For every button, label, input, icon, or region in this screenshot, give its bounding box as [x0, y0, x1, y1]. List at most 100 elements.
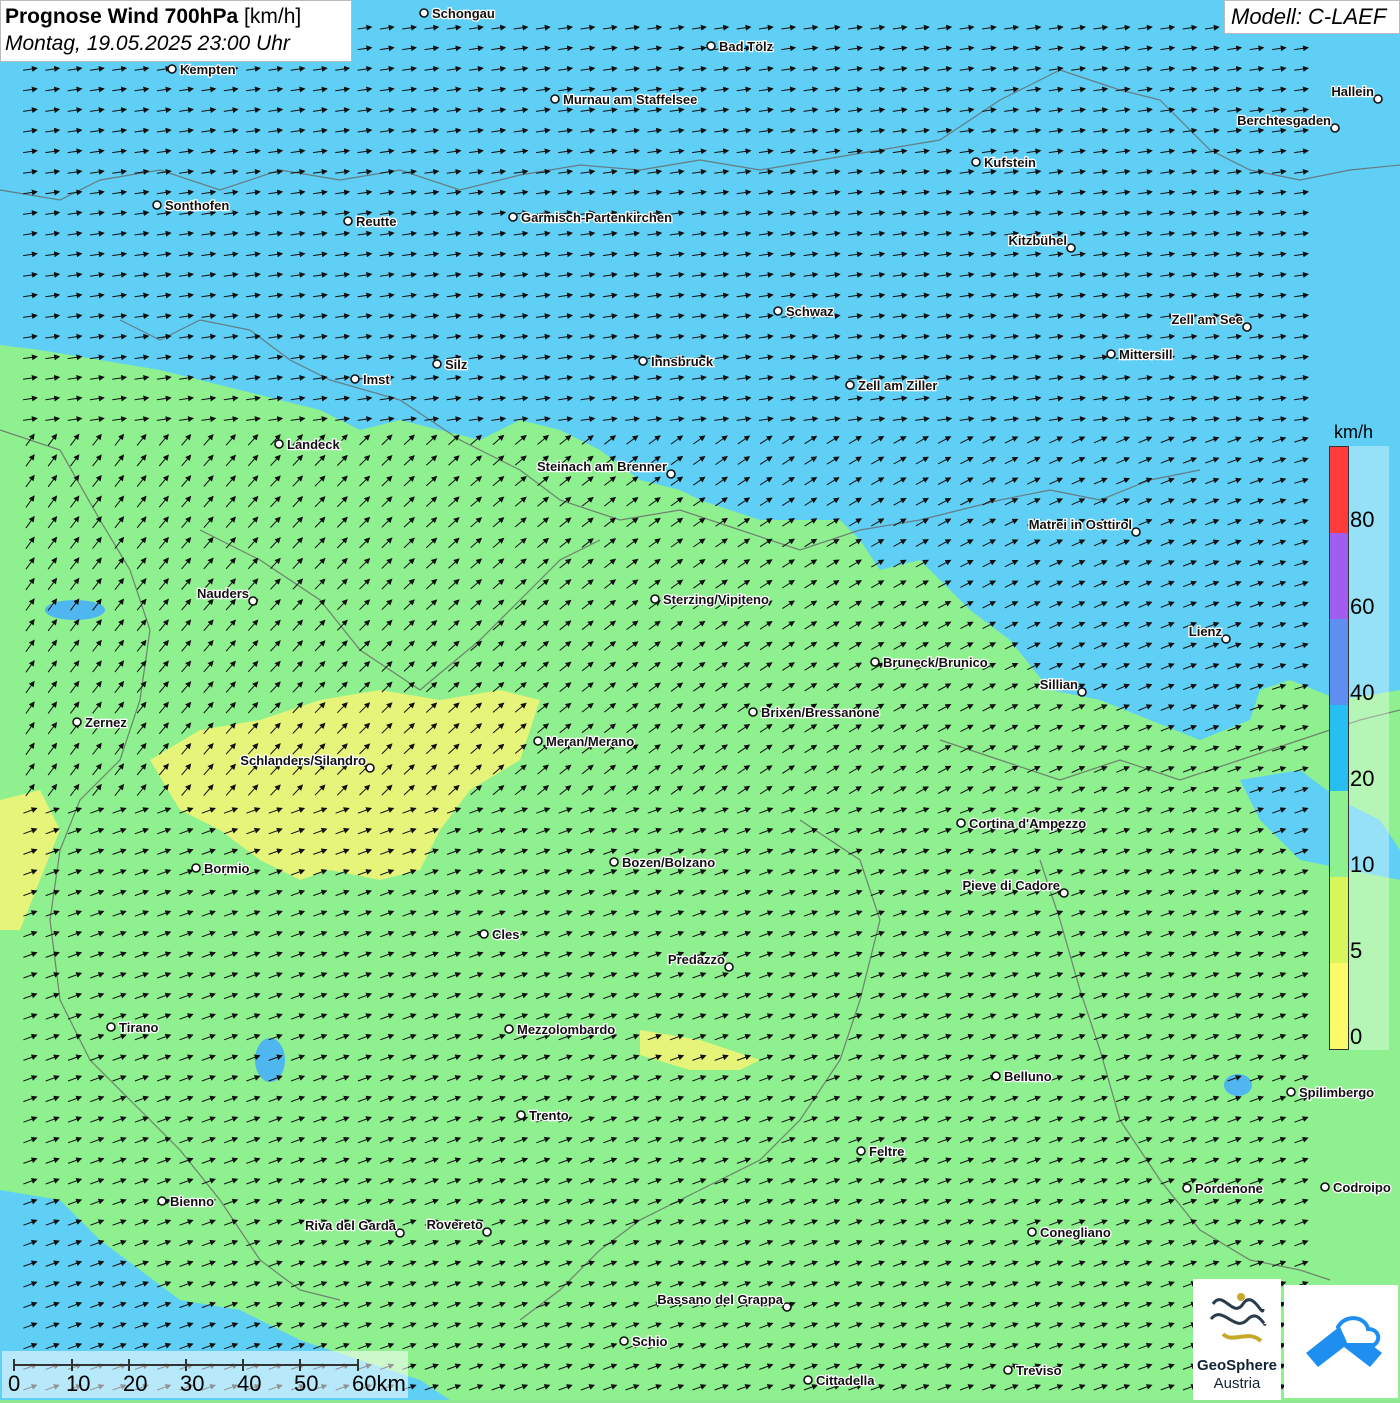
city-dot [1131, 527, 1141, 537]
city-label: Riva del Garda [305, 1218, 397, 1233]
city-label: Spilimbergo [1299, 1085, 1374, 1100]
city-label: Treviso [1016, 1363, 1062, 1378]
city-marker[interactable]: Bruneck/Brunico [870, 654, 989, 671]
city-marker[interactable]: Bozen/Bolzano [609, 854, 716, 871]
scale-label: 40 [237, 1371, 262, 1396]
scale-label: 0 [8, 1371, 21, 1396]
city-label: Bozen/Bolzano [622, 855, 715, 870]
city-label: Tirano [119, 1020, 159, 1035]
city-label: Bruneck/Brunico [883, 655, 988, 670]
city-dot [72, 717, 82, 727]
city-dot [395, 1228, 405, 1238]
city-marker[interactable]: Meran/Merano [533, 733, 635, 750]
legend-swatch [1330, 533, 1348, 619]
city-label: Belluno [1004, 1069, 1052, 1084]
geosphere-country: Austria [1213, 1375, 1261, 1392]
city-dot [1182, 1183, 1192, 1193]
city-label: Murnau am Staffelsee [563, 92, 697, 107]
city-marker[interactable]: Sonthofen [152, 197, 231, 214]
city-label: Nauders [197, 586, 249, 601]
city-dot [479, 929, 489, 939]
city-dot [248, 596, 258, 606]
city-label: Zernez [85, 715, 127, 730]
city-label: Kitzbühel [1009, 233, 1068, 248]
geosphere-logo[interactable]: GeoSphere Austria [1193, 1279, 1281, 1400]
model-label: Modell: C-LAEF [1224, 0, 1400, 34]
city-label: Hallein [1331, 84, 1374, 99]
city-label: Kempten [180, 62, 236, 77]
geosphere-emblem-icon [1209, 1293, 1267, 1343]
city-dot [991, 1071, 1001, 1081]
city-dot [1373, 94, 1383, 104]
city-label: Zell am Ziller [858, 378, 937, 393]
city-label: Kufstein [984, 155, 1036, 170]
city-dot [1003, 1365, 1013, 1375]
city-marker[interactable]: Pordenone [1182, 1180, 1264, 1197]
city-dot [1077, 687, 1087, 697]
city-label: Berchtesgaden [1237, 113, 1331, 128]
city-dot [1106, 349, 1116, 359]
city-dot [724, 962, 734, 972]
city-label: Steinach am Brenner [537, 459, 667, 474]
city-marker[interactable]: Conegliano [1027, 1224, 1112, 1241]
scale-bar: 0 10 20 30 40 50 60km [2, 1351, 408, 1398]
city-dot [343, 216, 353, 226]
city-dot [1320, 1182, 1330, 1192]
city-label: Sterzing/Vipiteno [663, 592, 769, 607]
legend-tick-label: 80 [1350, 507, 1375, 532]
city-label: Bad Tölz [719, 39, 774, 54]
city-dot [845, 380, 855, 390]
forecast-datetime: Montag, 19.05.2025 23:00 Uhr [5, 32, 290, 55]
city-dot [609, 857, 619, 867]
city-label: Cles [492, 927, 519, 942]
city-label: Conegliano [1040, 1225, 1111, 1240]
city-dot [971, 157, 981, 167]
city-marker[interactable]: Spilimbergo [1286, 1084, 1375, 1101]
city-label: Trento [529, 1108, 569, 1123]
legend-swatch [1330, 619, 1348, 705]
wind-map[interactable]: Schongau Bad Tölz Kempten Murnau am Staffel… [0, 0, 1400, 1400]
city-marker[interactable]: Murnau am Staffelsee [550, 91, 699, 108]
city-dot [666, 469, 676, 479]
city-label: Bassano del Grappa [657, 1292, 783, 1307]
city-dot [1330, 123, 1340, 133]
scale-label: 30 [180, 1371, 205, 1396]
city-marker[interactable]: Garmisch-Partenkirchen [508, 209, 673, 226]
city-marker[interactable]: Brixen/Bressanone [748, 704, 881, 721]
city-label: Lienz [1189, 624, 1223, 639]
wind-app-icon[interactable] [1284, 1285, 1398, 1398]
city-marker[interactable]: Schongau [419, 5, 496, 22]
legend-tick-label: 5 [1350, 938, 1363, 963]
city-label: Cortina d'Ampezzo [969, 816, 1086, 831]
legend-tick-label: 10 [1350, 852, 1375, 877]
city-label: Bienno [170, 1194, 214, 1209]
city-marker[interactable]: Zell am Ziller [845, 377, 939, 394]
city-label: Cittadella [816, 1373, 875, 1388]
city-dot [856, 1146, 866, 1156]
legend-swatch [1330, 791, 1348, 877]
city-marker[interactable]: Innsbruck [638, 353, 715, 370]
city-dot [432, 359, 442, 369]
city-label: Imst [363, 372, 390, 387]
city-dot [1059, 888, 1069, 898]
city-label: Innsbruck [651, 354, 714, 369]
color-legend [1329, 446, 1349, 1050]
city-dot [1066, 243, 1076, 253]
legend-swatch [1330, 877, 1348, 963]
city-label: Silz [445, 357, 468, 372]
legend-unit: km/h [1334, 422, 1374, 442]
city-dot [1221, 634, 1231, 644]
legend-tick-label: 60 [1350, 594, 1375, 619]
city-marker[interactable]: Sterzing/Vipiteno [650, 591, 770, 608]
city-dot [274, 439, 284, 449]
city-marker[interactable]: Cortina d'Ampezzo [956, 815, 1088, 832]
city-dot [870, 657, 880, 667]
city-dot [1286, 1087, 1296, 1097]
city-label: Schongau [432, 6, 495, 21]
city-dot [508, 212, 518, 222]
city-label: Garmisch-Partenkirchen [521, 210, 672, 225]
city-label: Predazzo [668, 952, 725, 967]
scale-label: 20 [123, 1371, 148, 1396]
city-marker[interactable]: Mezzolombardo [504, 1021, 617, 1038]
scale-label: 10 [66, 1371, 91, 1396]
